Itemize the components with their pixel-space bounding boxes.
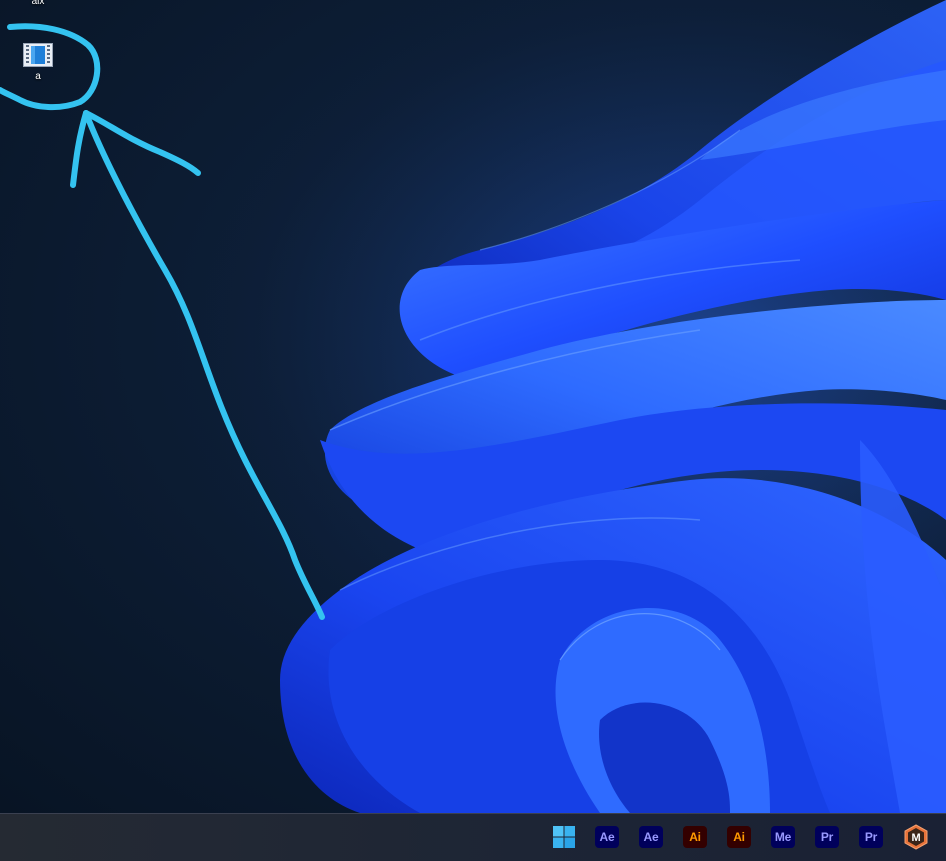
desktop-icon-label: aix (31, 0, 45, 7)
illustrator-taskbar-button-2[interactable]: Ai (727, 826, 751, 848)
m-app-taskbar-button[interactable]: M (903, 824, 929, 850)
media-encoder-icon: Me (774, 830, 792, 844)
windows-start-icon (553, 826, 575, 848)
illustrator-taskbar-button[interactable]: Ai (683, 826, 707, 848)
wallpaper-bloom (0, 0, 946, 813)
premiere-pro-icon: Pr (864, 830, 878, 844)
premiere-pro-taskbar-button-2[interactable]: Pr (859, 826, 883, 848)
taskbar: Ae Ae Ai Ai Me Pr Pr M (0, 813, 946, 861)
after-effects-taskbar-button-2[interactable]: Ae (639, 826, 663, 848)
video-file-icon (23, 43, 53, 67)
start-button[interactable] (551, 824, 577, 850)
m-app-label: M (912, 832, 921, 844)
desktop-icon-a[interactable]: a (8, 43, 68, 82)
illustrator-icon: Ai (733, 830, 745, 844)
desktop-icon-label: a (35, 71, 41, 82)
after-effects-icon: Ae (599, 830, 615, 844)
desktop: aix a (0, 0, 946, 813)
premiere-pro-taskbar-button[interactable]: Pr (815, 826, 839, 848)
m-app-icon: M (904, 824, 928, 850)
illustrator-icon: Ai (689, 830, 701, 844)
after-effects-icon: Ae (643, 830, 659, 844)
after-effects-taskbar-button[interactable]: Ae (595, 826, 619, 848)
desktop-icon-aix[interactable]: aix (8, 0, 68, 7)
media-encoder-taskbar-button[interactable]: Me (771, 826, 795, 848)
premiere-pro-icon: Pr (820, 830, 834, 844)
